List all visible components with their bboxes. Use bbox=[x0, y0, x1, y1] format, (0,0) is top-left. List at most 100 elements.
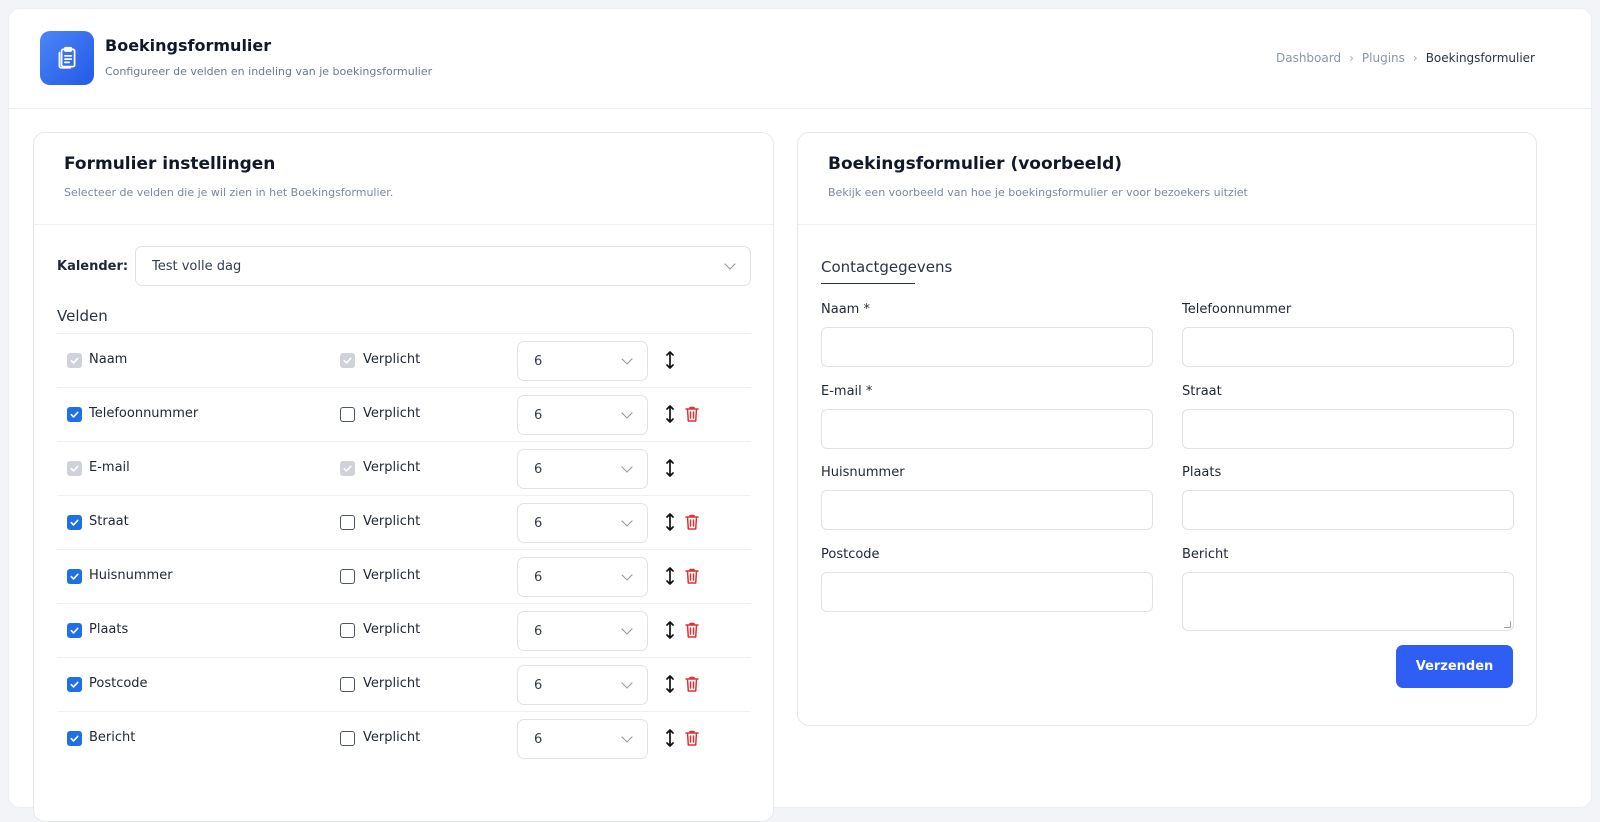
resize-handle-icon[interactable] bbox=[1504, 621, 1511, 628]
preview-label-bericht: Bericht bbox=[1182, 547, 1229, 562]
drag-handle-icon[interactable] bbox=[664, 350, 676, 370]
preview-card: Boekingsformulier (voorbeeld) Bekijk een… bbox=[797, 132, 1537, 726]
field-enabled-checkbox[interactable] bbox=[67, 407, 82, 422]
field-row: E-mail Verplicht 6 bbox=[57, 441, 751, 495]
trash-icon[interactable] bbox=[684, 621, 700, 639]
field-row: Telefoonnummer Verplicht 6 bbox=[57, 387, 751, 441]
field-width-select[interactable]: 6 bbox=[517, 611, 648, 651]
check-icon bbox=[70, 681, 79, 688]
email-input[interactable] bbox=[821, 409, 1153, 449]
breadcrumb-current: Boekingsformulier bbox=[1425, 51, 1535, 65]
check-icon bbox=[70, 735, 79, 742]
drag-handle-icon[interactable] bbox=[664, 728, 676, 748]
drag-handle-icon[interactable] bbox=[664, 512, 676, 532]
drag-handle-icon[interactable] bbox=[664, 674, 676, 694]
calendar-select[interactable]: Test volle dag bbox=[135, 246, 751, 286]
field-enabled-checkbox[interactable] bbox=[67, 515, 82, 530]
drag-handle-icon[interactable] bbox=[664, 404, 676, 424]
field-enabled-checkbox[interactable] bbox=[67, 623, 82, 638]
field-row: Huisnummer Verplicht 6 bbox=[57, 549, 751, 603]
section-underline bbox=[821, 283, 915, 284]
chevron-down-icon bbox=[621, 353, 633, 365]
chevron-down-icon bbox=[621, 461, 633, 473]
chevron-down-icon bbox=[621, 407, 633, 419]
plaats-input[interactable] bbox=[1182, 490, 1514, 530]
bericht-textarea[interactable] bbox=[1182, 572, 1514, 631]
preview-label-postcode: Postcode bbox=[821, 547, 880, 562]
field-width-select[interactable]: 6 bbox=[517, 449, 648, 489]
field-enabled-checkbox[interactable] bbox=[67, 677, 82, 692]
preview-label-naam: Naam * bbox=[821, 302, 870, 317]
breadcrumb-dashboard[interactable]: Dashboard bbox=[1276, 51, 1341, 65]
submit-button[interactable]: Verzenden bbox=[1396, 645, 1513, 688]
check-icon bbox=[70, 573, 79, 580]
trash-icon[interactable] bbox=[684, 675, 700, 693]
straat-input[interactable] bbox=[1182, 409, 1514, 449]
field-width-select[interactable]: 6 bbox=[517, 503, 648, 543]
chevron-down-icon bbox=[621, 515, 633, 527]
field-required-checkbox bbox=[340, 461, 355, 476]
field-required-label: Verplicht bbox=[363, 730, 421, 745]
trash-icon[interactable] bbox=[684, 405, 700, 423]
field-required-checkbox bbox=[340, 353, 355, 368]
trash-icon[interactable] bbox=[684, 567, 700, 585]
telefoonnummer-input[interactable] bbox=[1182, 327, 1514, 367]
field-width-value: 6 bbox=[534, 731, 543, 747]
field-width-select[interactable]: 6 bbox=[517, 665, 648, 705]
naam-input[interactable] bbox=[821, 327, 1153, 367]
breadcrumb-plugins[interactable]: Plugins bbox=[1362, 51, 1405, 65]
settings-card-header: Formulier instellingen Selecteer de veld… bbox=[34, 133, 773, 225]
field-required-label: Verplicht bbox=[363, 460, 421, 475]
field-required-checkbox[interactable] bbox=[340, 569, 355, 584]
field-row: Bericht Verplicht 6 bbox=[57, 711, 751, 765]
field-enabled-checkbox[interactable] bbox=[67, 731, 82, 746]
check-icon bbox=[343, 357, 352, 364]
field-name: Plaats bbox=[89, 622, 129, 637]
field-name: Huisnummer bbox=[89, 568, 173, 583]
preview-title: Boekingsformulier (voorbeeld) bbox=[828, 154, 1123, 174]
clipboard-icon bbox=[40, 31, 94, 85]
settings-subtitle: Selecteer de velden die je wil zien in h… bbox=[64, 186, 394, 199]
field-required-checkbox[interactable] bbox=[340, 407, 355, 422]
field-width-select[interactable]: 6 bbox=[517, 557, 648, 597]
calendar-label: Kalender: bbox=[57, 258, 129, 274]
field-name: Postcode bbox=[89, 676, 148, 691]
preview-label-huisnummer: Huisnummer bbox=[821, 465, 905, 480]
chevron-down-icon bbox=[621, 623, 633, 635]
postcode-input[interactable] bbox=[821, 572, 1153, 612]
field-width-select[interactable]: 6 bbox=[517, 341, 648, 381]
chevron-down-icon bbox=[621, 731, 633, 743]
drag-handle-icon[interactable] bbox=[664, 620, 676, 640]
trash-icon[interactable] bbox=[684, 729, 700, 747]
chevron-right-icon: › bbox=[1412, 51, 1418, 65]
field-required-checkbox[interactable] bbox=[340, 677, 355, 692]
field-required-checkbox[interactable] bbox=[340, 623, 355, 638]
chevron-down-icon bbox=[621, 677, 633, 689]
huisnummer-input[interactable] bbox=[821, 490, 1153, 530]
field-enabled-checkbox[interactable] bbox=[67, 569, 82, 584]
trash-icon[interactable] bbox=[684, 513, 700, 531]
page: Boekingsformulier Configureer de velden … bbox=[8, 8, 1592, 822]
field-enabled-checkbox bbox=[67, 461, 82, 476]
preview-card-header: Boekingsformulier (voorbeeld) Bekijk een… bbox=[798, 133, 1536, 225]
check-icon bbox=[70, 411, 79, 418]
drag-handle-icon[interactable] bbox=[664, 458, 676, 478]
field-required-checkbox[interactable] bbox=[340, 731, 355, 746]
field-required-label: Verplicht bbox=[363, 676, 421, 691]
chevron-right-icon: › bbox=[1349, 51, 1354, 65]
field-width-value: 6 bbox=[534, 677, 543, 693]
page-header: Boekingsformulier Configureer de velden … bbox=[9, 9, 1591, 109]
field-required-checkbox[interactable] bbox=[340, 515, 355, 530]
settings-card: Formulier instellingen Selecteer de veld… bbox=[33, 132, 774, 822]
drag-handle-icon[interactable] bbox=[664, 566, 676, 586]
field-width-value: 6 bbox=[534, 623, 543, 639]
field-required-label: Verplicht bbox=[363, 406, 421, 421]
preview-label-telefoonnummer: Telefoonnummer bbox=[1182, 302, 1292, 317]
check-icon bbox=[70, 465, 79, 472]
field-width-select[interactable]: 6 bbox=[517, 395, 648, 435]
preview-label-plaats: Plaats bbox=[1182, 465, 1222, 480]
breadcrumb: Dashboard › Plugins › Boekingsformulier bbox=[1276, 51, 1535, 65]
page-title: Boekingsformulier bbox=[105, 36, 272, 55]
field-width-select[interactable]: 6 bbox=[517, 719, 648, 759]
field-width-value: 6 bbox=[534, 461, 543, 477]
